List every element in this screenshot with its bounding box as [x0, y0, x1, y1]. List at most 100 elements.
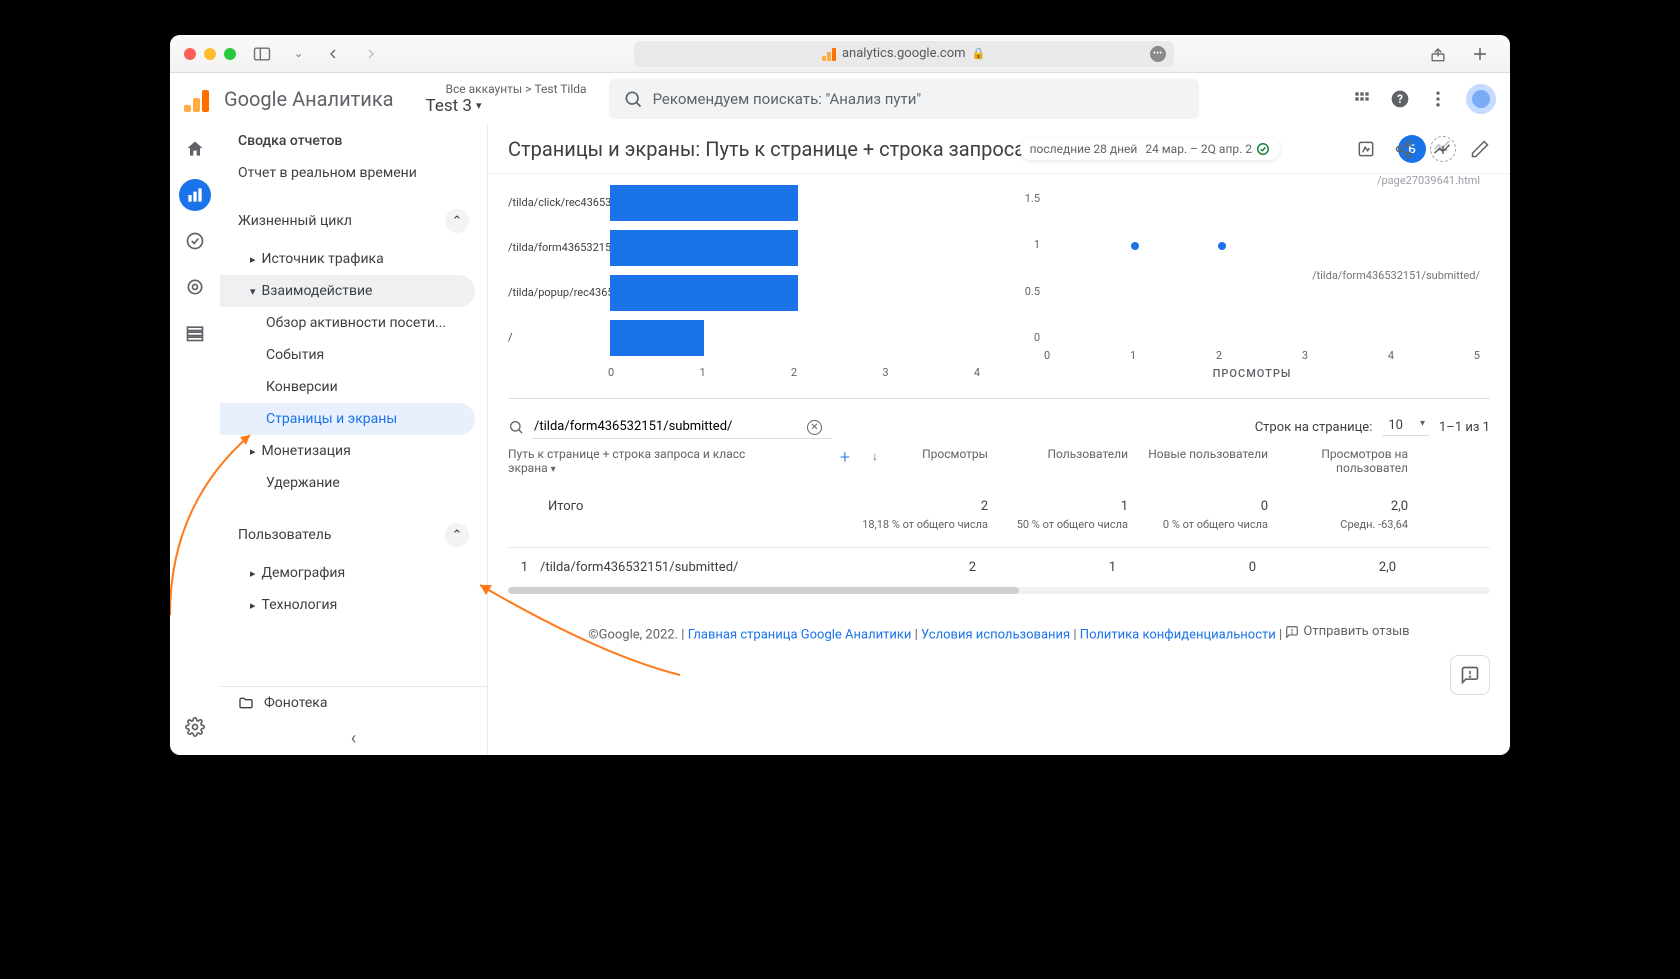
- col-views[interactable]: ↓Просмотры: [858, 447, 998, 461]
- search-icon: [623, 89, 643, 109]
- share-report-icon[interactable]: [1394, 139, 1414, 159]
- chart-annotation: /tilda/form436532151/submitted/: [1312, 269, 1480, 282]
- ga-favicon-icon: [822, 47, 836, 61]
- chevron-down-icon: ▾: [476, 99, 482, 112]
- svg-text:?: ?: [1397, 92, 1403, 106]
- x-axis-label: ПРОСМОТРЫ: [1213, 367, 1292, 380]
- insights-icon[interactable]: [1432, 139, 1452, 159]
- bar-label: /tilda/click/rec436532152/b...: [508, 196, 608, 209]
- col-views-per-user[interactable]: Просмотров на пользовател: [1278, 447, 1418, 475]
- extension-icon[interactable]: •••: [1150, 46, 1166, 62]
- sidebar-eng-overview[interactable]: Обзор активности посети...: [220, 307, 487, 339]
- sidebar-summary[interactable]: Сводка отчетов: [220, 125, 487, 157]
- table-total-row: Итого 218,18 % от общего числа 150 % от …: [508, 483, 1490, 547]
- bar-label: /tilda/popup/rec436532153/...: [508, 286, 608, 299]
- sidebar-retention[interactable]: Удержание: [220, 467, 487, 499]
- sidebar-eng-conversions[interactable]: Конверсии: [220, 371, 487, 403]
- bar: [610, 320, 704, 356]
- rows-per-page-select[interactable]: 10: [1382, 418, 1429, 436]
- bar: [610, 230, 798, 266]
- sidebar-group-user[interactable]: Пользователь ⌃: [220, 513, 487, 557]
- window-controls[interactable]: [184, 48, 236, 60]
- horizontal-scrollbar[interactable]: [508, 587, 1490, 594]
- lock-icon: 🔒: [972, 47, 986, 60]
- apps-grid-icon[interactable]: [1352, 89, 1372, 109]
- sidebar-monetization[interactable]: ▸Монетизация: [220, 435, 487, 467]
- breadcrumb[interactable]: Все аккаунты > Test Tilda: [446, 82, 587, 96]
- avatar[interactable]: [1466, 84, 1496, 114]
- collapse-sidebar-icon[interactable]: ‹: [351, 728, 356, 749]
- footer-feedback[interactable]: Отправить отзыв: [1303, 624, 1409, 639]
- row-path: /tilda/form436532151/submitted/: [540, 560, 846, 575]
- sort-down-icon: ↓: [872, 449, 878, 463]
- row-index: 1: [508, 560, 540, 575]
- search-input[interactable]: Рекомендуем поискать: "Анализ пути": [609, 79, 1199, 119]
- sidebar-demography[interactable]: ▸Демография: [220, 557, 487, 589]
- sidebar: Сводка отчетов Отчет в реальном времени …: [220, 125, 488, 755]
- bar-label: /: [508, 331, 608, 344]
- scatter-point: [1218, 242, 1226, 250]
- rail-admin[interactable]: [179, 711, 211, 743]
- rail-explore[interactable]: [179, 225, 211, 257]
- main-content: Страницы и экраны: Путь к странице + стр…: [488, 125, 1510, 755]
- footer: ©Google, 2022. | Главная страница Google…: [488, 594, 1510, 653]
- footer-link-privacy[interactable]: Политика конфиденциальности: [1080, 628, 1276, 643]
- scatter-point: [1131, 242, 1139, 250]
- more-vert-icon[interactable]: [1428, 89, 1448, 109]
- pagination-range: 1–1 из 1: [1439, 420, 1490, 435]
- sidebar-engagement[interactable]: ▾Взаимодействие: [220, 275, 475, 307]
- share-icon[interactable]: [1422, 41, 1454, 67]
- minimize-window-icon[interactable]: [204, 48, 216, 60]
- clear-search-icon[interactable]: ✕: [807, 420, 822, 435]
- sidebar-library[interactable]: Фонотека: [220, 686, 487, 719]
- feedback-icon: [1285, 625, 1299, 639]
- sidebar-eng-pages[interactable]: Страницы и экраны: [220, 403, 475, 435]
- total-label: Итого: [508, 499, 858, 514]
- add-dimension-button[interactable]: +: [840, 447, 850, 468]
- sidebar-traffic-source[interactable]: ▸Источник трафика: [220, 243, 487, 275]
- bar-x-axis: 01234: [608, 366, 984, 379]
- dimension-header[interactable]: Путь к странице + строка запроса и класс…: [508, 447, 778, 475]
- rail-configure[interactable]: [179, 317, 211, 349]
- address-bar[interactable]: analytics.google.com 🔒 •••: [634, 41, 1174, 67]
- search-icon: [508, 419, 524, 435]
- dropdown-chevron-icon[interactable]: ⌄: [288, 44, 309, 63]
- sidebar-eng-events[interactable]: События: [220, 339, 487, 371]
- table-row[interactable]: 1 /tilda/form436532151/submitted/ 2 1 0 …: [508, 547, 1490, 587]
- project-selector[interactable]: Test 3 ▾: [426, 96, 587, 116]
- bar: [610, 275, 798, 311]
- sidebar-technology[interactable]: ▸Технология: [220, 589, 487, 621]
- forward-button[interactable]: [357, 43, 385, 65]
- back-button[interactable]: [319, 43, 347, 65]
- new-tab-icon[interactable]: [1464, 41, 1496, 67]
- nav-rail: [170, 125, 220, 755]
- brand-text[interactable]: Google Аналитика: [224, 87, 394, 111]
- ga-logo-icon[interactable]: [184, 86, 210, 112]
- edit-icon[interactable]: [1470, 139, 1490, 159]
- check-circle-icon: [1256, 142, 1270, 156]
- date-range-chip[interactable]: последние 28 дней 24 мар. – 2Q апр. 2: [1020, 138, 1280, 160]
- chevron-up-icon: ⌃: [445, 209, 469, 233]
- sidebar-toggle-icon[interactable]: [246, 41, 278, 67]
- rail-home[interactable]: [179, 133, 211, 165]
- browser-toolbar: ⌄ analytics.google.com 🔒 •••: [170, 35, 1510, 73]
- col-users[interactable]: Пользователи: [998, 447, 1138, 461]
- bar-label: /tilda/form436532151/submi...: [508, 241, 608, 254]
- sidebar-group-lifecycle[interactable]: Жизненный цикл ⌃: [220, 199, 487, 243]
- footer-link-terms[interactable]: Условия использования: [921, 628, 1070, 643]
- maximize-window-icon[interactable]: [224, 48, 236, 60]
- feedback-fab[interactable]: [1450, 655, 1490, 695]
- customize-icon[interactable]: [1356, 139, 1376, 159]
- col-new-users[interactable]: Новые пользователи: [1138, 447, 1278, 461]
- rail-advertising[interactable]: [179, 271, 211, 303]
- close-window-icon[interactable]: [184, 48, 196, 60]
- help-icon[interactable]: ?: [1390, 89, 1410, 109]
- sidebar-realtime[interactable]: Отчет в реальном времени: [220, 157, 487, 189]
- bar-chart: /tilda/click/rec436532152/b... /tilda/fo…: [508, 174, 984, 384]
- rows-per-page-label: Строк на странице:: [1255, 420, 1373, 435]
- scatter-chart: /page27039641.html 1.510.50 /tilda/form4…: [1014, 174, 1490, 384]
- rail-reports[interactable]: [179, 179, 211, 211]
- url-text: analytics.google.com: [842, 46, 966, 61]
- table-search-input[interactable]: [532, 415, 832, 439]
- footer-link-home[interactable]: Главная страница Google Аналитики: [688, 628, 912, 643]
